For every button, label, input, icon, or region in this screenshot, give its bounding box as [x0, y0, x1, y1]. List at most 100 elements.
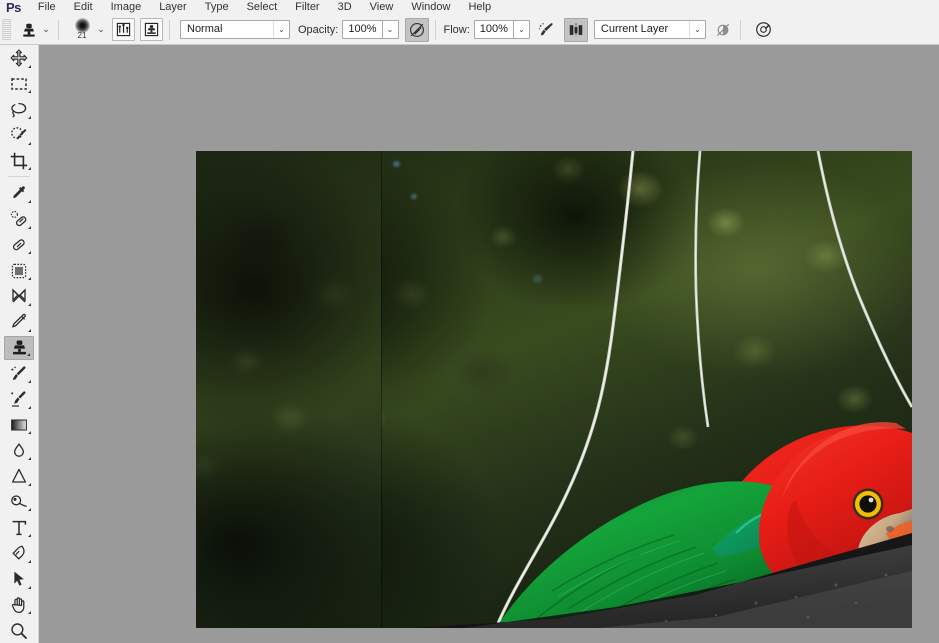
eyedropper-tool-icon	[13, 185, 25, 198]
tool-blur[interactable]	[4, 438, 34, 463]
zoom-tool-icon	[11, 622, 27, 639]
blend-mode-select[interactable]: Normal ⌄	[180, 20, 290, 39]
menu-item-3d[interactable]: 3D	[329, 0, 361, 15]
spot-healing-brush-tool-icon	[10, 211, 27, 227]
tool-expand-indicator	[28, 302, 31, 306]
rectangular-marquee-tool-icon	[11, 78, 27, 90]
menu-bar: Ps File Edit Image Layer Type Select Fil…	[0, 0, 939, 16]
sample-source-select[interactable]: Current Layer ⌄	[593, 20, 706, 39]
tool-patch[interactable]	[4, 233, 34, 258]
patch-tool-icon	[12, 239, 25, 251]
tool-lasso[interactable]	[4, 97, 34, 122]
menu-item-filter[interactable]: Filter	[286, 0, 328, 15]
tool-eyedropper[interactable]	[4, 181, 34, 206]
brush-size-value: 21	[77, 31, 87, 40]
tool-quick-selection[interactable]	[4, 123, 34, 148]
ignore-adjustment-layers-toggle[interactable]	[712, 19, 734, 40]
menu-item-window[interactable]: Window	[402, 0, 459, 15]
gradient-tool-icon	[11, 419, 27, 431]
lasso-tool-icon	[11, 102, 27, 118]
eraser-tool-icon	[11, 391, 26, 407]
pressure-size-icon	[756, 22, 772, 37]
opacity-input[interactable]: 100%	[342, 20, 383, 39]
tool-hand[interactable]	[4, 593, 34, 618]
tool-expand-indicator	[28, 431, 31, 435]
tool-gradient[interactable]	[4, 413, 34, 438]
tool-dodge[interactable]	[4, 490, 34, 515]
toggle-brush-settings-button[interactable]	[112, 18, 135, 41]
flow-label: Flow:	[443, 23, 470, 36]
brush-preset-picker[interactable]: 21	[69, 18, 95, 40]
tool-type[interactable]	[4, 515, 34, 540]
tool-rectangular-marquee[interactable]	[4, 72, 34, 97]
tool-path-selection[interactable]	[4, 567, 34, 592]
menu-item-view[interactable]: View	[361, 0, 403, 15]
flow-chevron-icon: ⌄	[518, 25, 525, 34]
cloned-blurred-region	[196, 151, 381, 628]
tool-expand-indicator	[28, 508, 31, 512]
type-tool-icon	[12, 520, 27, 535]
tool-expand-indicator	[27, 353, 30, 357]
tool-expand-indicator	[28, 380, 31, 383]
aligned-toggle[interactable]	[563, 17, 588, 42]
path-selection-tool-icon	[14, 571, 24, 586]
image-canvas[interactable]	[196, 151, 912, 628]
pen-tool-icon	[12, 545, 25, 561]
tool-clone-stamp[interactable]	[4, 335, 34, 361]
tool-expand-indicator	[28, 405, 31, 409]
tool-pen[interactable]	[4, 541, 34, 566]
tool-history-brush[interactable]	[4, 361, 34, 386]
flow-value: 100%	[479, 23, 508, 35]
tool-sharpen[interactable]	[4, 464, 34, 489]
document-workspace[interactable]	[39, 45, 939, 643]
toggle-clone-source-button[interactable]	[140, 18, 163, 41]
tool-move[interactable]	[4, 46, 34, 71]
tool-expand-indicator	[28, 141, 31, 145]
flow-input[interactable]: 100%	[473, 20, 514, 39]
opacity-slider-button[interactable]: ⌄	[381, 20, 399, 39]
tool-mixer-brush[interactable]	[4, 284, 34, 309]
tool-expand-indicator	[28, 585, 31, 589]
tool-expand-indicator	[28, 559, 31, 563]
cloned-region-content	[196, 151, 381, 628]
menu-item-file[interactable]: File	[29, 0, 65, 15]
clone-source-panel-icon	[144, 22, 159, 37]
opacity-pressure-toggle[interactable]	[404, 17, 429, 42]
sharpen-tool-icon	[11, 469, 27, 484]
pressure-size-toggle[interactable]	[753, 19, 775, 40]
history-brush-tool-icon	[11, 366, 26, 380]
menu-item-select[interactable]: Select	[238, 0, 287, 15]
tool-pencil[interactable]	[4, 310, 34, 335]
tool-expand-indicator	[28, 482, 31, 486]
opacity-chevron-icon: ⌄	[386, 25, 394, 34]
photoshop-window: Ps File Edit Image Layer Type Select Fil…	[0, 0, 939, 643]
tool-eraser[interactable]	[4, 387, 34, 412]
blur-tool-icon	[13, 442, 25, 457]
pressure-opacity-icon	[409, 22, 424, 37]
tool-expand-indicator	[28, 200, 31, 204]
airbrush-icon	[539, 23, 554, 36]
menu-item-type[interactable]: Type	[196, 0, 238, 15]
active-tool-preset[interactable]: ⌄	[20, 20, 52, 40]
mixer-brush-tool-icon	[12, 288, 26, 303]
flow-slider-button[interactable]: ⌄	[512, 20, 530, 39]
menu-item-image[interactable]: Image	[102, 0, 151, 15]
tool-preset-chevron-icon[interactable]: ⌄	[40, 23, 52, 37]
clone-stamp-icon	[23, 23, 35, 37]
tool-brush[interactable]	[4, 258, 34, 283]
tool-spot-healing-brush[interactable]	[4, 207, 34, 232]
airbrush-toggle[interactable]	[536, 19, 558, 40]
menu-item-layer[interactable]: Layer	[150, 0, 196, 15]
ignore-adjustment-layers-icon	[716, 23, 730, 36]
tool-crop[interactable]	[4, 149, 34, 174]
tool-expand-indicator	[28, 611, 31, 615]
tool-expand-indicator	[28, 251, 31, 255]
options-divider-2	[169, 19, 170, 40]
brush-preset-chevron-icon[interactable]: ⌄	[95, 23, 107, 37]
clone-seam-edge	[380, 151, 382, 628]
tools-divider-1	[8, 176, 30, 178]
tool-zoom[interactable]	[4, 618, 34, 643]
menu-item-help[interactable]: Help	[459, 0, 500, 15]
menu-item-edit[interactable]: Edit	[65, 0, 102, 15]
options-bar-grip[interactable]	[2, 18, 11, 41]
